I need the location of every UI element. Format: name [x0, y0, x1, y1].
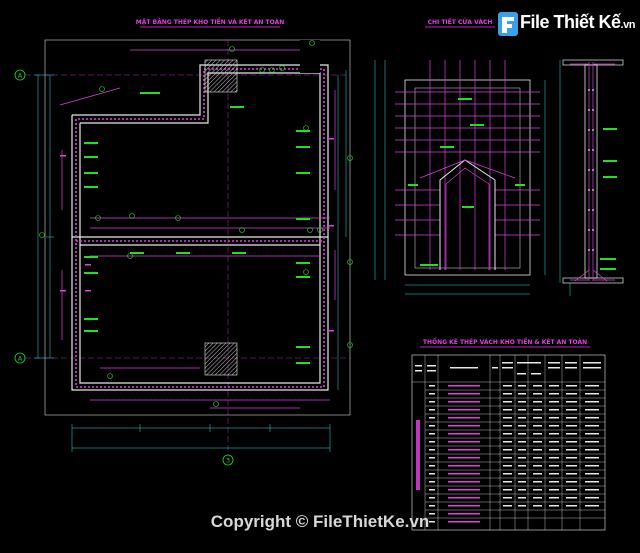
rebar-callouts [59, 49, 336, 409]
table-vertical-label [416, 420, 420, 490]
section-detail-view[interactable] [559, 59, 624, 296]
door-detail-view[interactable] [374, 60, 546, 295]
rebar-schedule-table[interactable] [411, 354, 606, 531]
door-diagonal-left [419, 159, 466, 179]
wall-outline [71, 64, 329, 391]
logo-brand: File Thiết Kế [520, 12, 621, 32]
svg-text:3: 3 [226, 458, 230, 465]
column-top-hatch [204, 59, 238, 93]
door-detail-frame [404, 79, 531, 276]
logo-tld: .vn [620, 19, 636, 31]
plan-title: MẶT BẰNG THÉP KHO TIỀN VÀ KÉT AN TOÀN [136, 17, 285, 26]
cad-drawing-canvas[interactable]: MẶT BẰNG THÉP KHO TIỀN VÀ KÉT AN TOÀN A … [0, 0, 640, 553]
copyright-watermark: Copyright © FileThietKe.vn [210, 512, 430, 531]
door-detail-title: CHI TIẾT CỬA VÁCH [428, 18, 493, 26]
section-markers [60, 138, 334, 332]
door-opening-outline [439, 159, 496, 270]
door-rebar-grid [395, 60, 540, 270]
door-labels [408, 98, 525, 266]
door-opening-rebar [445, 167, 490, 270]
svg-text:A: A [18, 356, 23, 363]
dimension-lines-left [34, 74, 54, 359]
section-wall [584, 64, 598, 279]
svg-text:A: A [18, 73, 23, 80]
section-dimension-lines [559, 60, 571, 296]
dimension-lines-bottom [71, 424, 331, 452]
grid-bubble-a-top: A [14, 69, 26, 81]
dimension-lines-right [337, 70, 347, 390]
plan-view[interactable]: A A 3 [14, 39, 353, 466]
grid-bubble-a-bottom: A [14, 352, 26, 364]
table-title: THỐNG KÊ THÉP VÁCH KHO TIỀN & KÉT AN TOÀ… [423, 337, 587, 346]
door-detail-inner-frame [414, 87, 521, 269]
section-labels [600, 128, 617, 270]
rebar-mark-circles [39, 40, 353, 407]
logo-text[interactable]: File Thiết Kế.vn [520, 12, 635, 33]
table-numeric-columns [503, 385, 599, 507]
grid-bubble-3: 3 [222, 454, 234, 466]
table-header-cells [415, 362, 601, 375]
column-bottom-hatch [204, 342, 238, 376]
section-rebar [570, 62, 615, 282]
